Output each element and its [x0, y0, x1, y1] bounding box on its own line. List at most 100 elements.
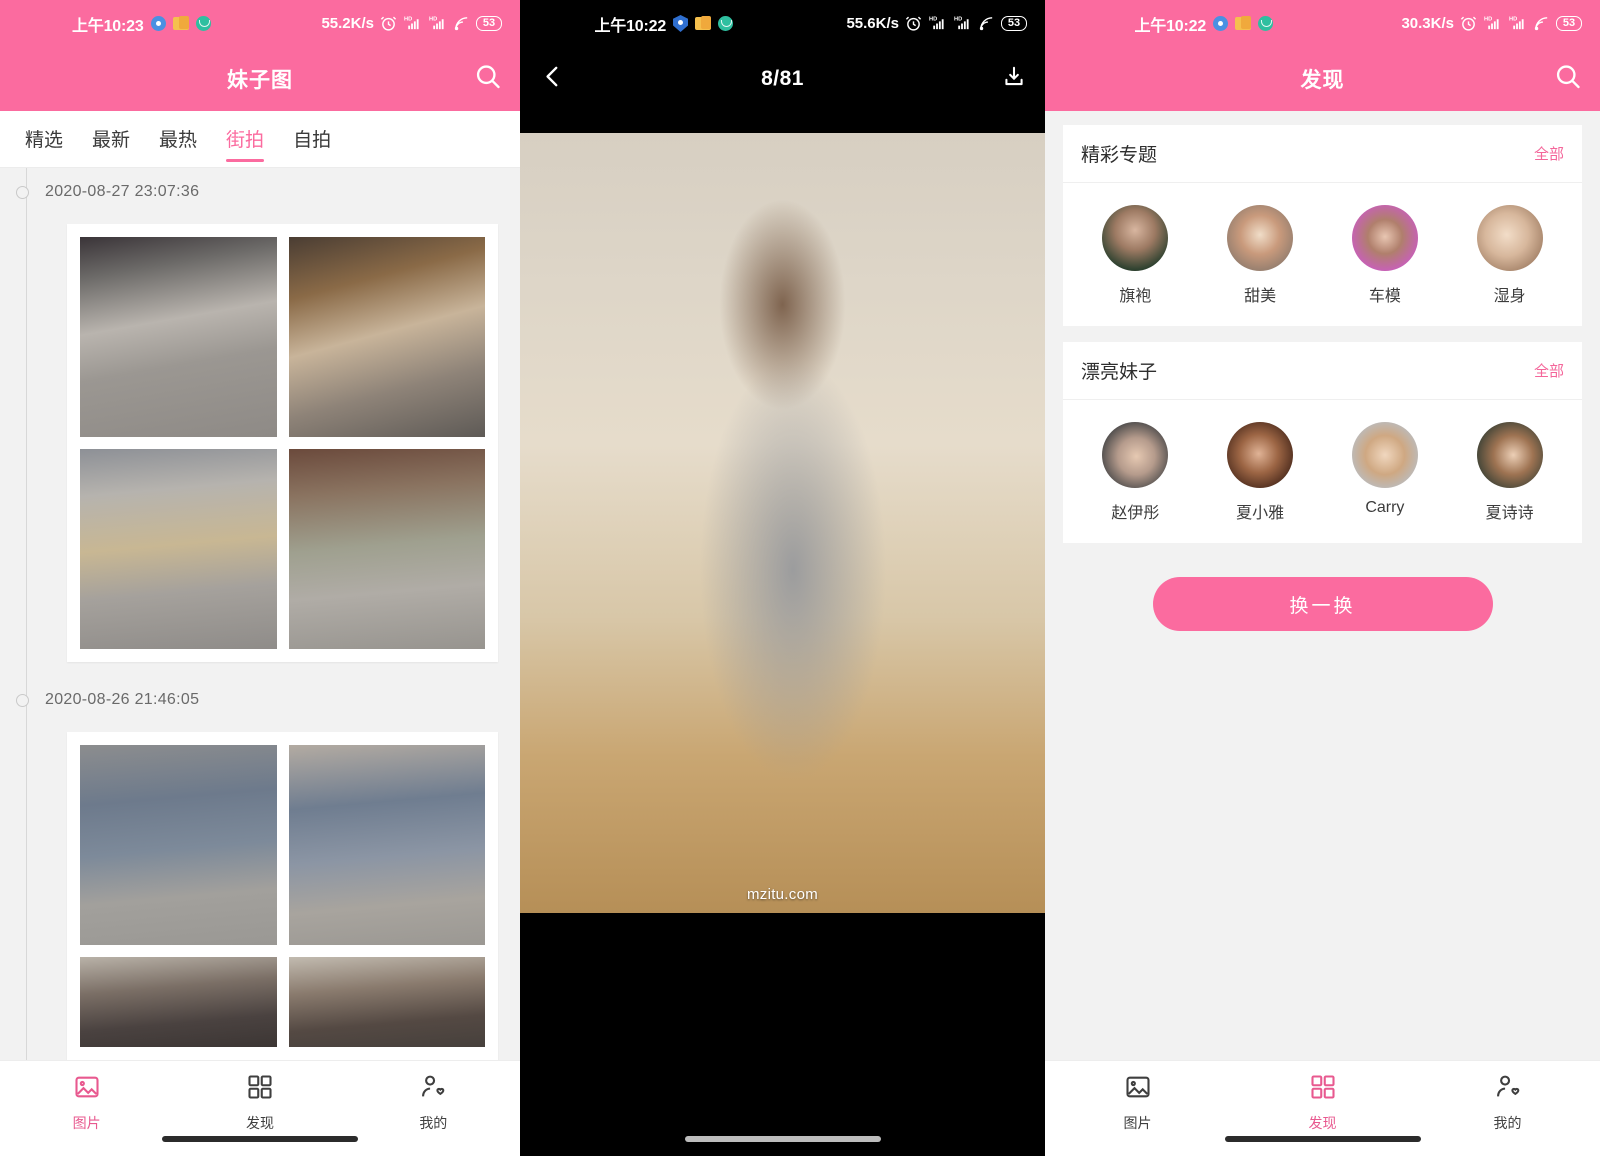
tab-zipai[interactable]: 自拍	[280, 117, 344, 162]
timeline-bullet-icon	[16, 693, 29, 707]
svg-text:HD: HD	[1484, 17, 1492, 23]
svg-text:HD: HD	[929, 17, 937, 23]
grid-icon	[1309, 1073, 1337, 1106]
topic-label: 甜美	[1244, 288, 1277, 305]
signal-icon-1: HD	[928, 15, 947, 32]
avatar	[1227, 205, 1294, 271]
status-bar: 上午10:22 55.6K/s HD HD 53	[520, 0, 1045, 47]
signal-icon-2: HD	[953, 15, 972, 32]
three-panel-screenshot: 上午10:23 55.2K/s HD HD 53 妹子图 精选 最新 最热 街拍…	[0, 0, 1600, 1156]
nav-label: 发现	[245, 1115, 274, 1131]
topic-item[interactable]: 旗袍	[1073, 205, 1198, 306]
photo-thumbnail[interactable]	[288, 957, 485, 1047]
nav-item-discover[interactable]: 发现	[173, 1073, 346, 1133]
viewer-photo[interactable]: mzitu.com	[520, 133, 1045, 913]
user-heart-icon	[419, 1073, 447, 1106]
nav-item-mine[interactable]: 我的	[1415, 1073, 1600, 1133]
discover-screen: 上午10:22 30.3K/s HD HD 53 发现 精彩专题 全部 旗袍 甜…	[1045, 0, 1600, 1156]
timeline-feed[interactable]: 2020-08-27 23:07:36 2020-08-26 21:46:05	[0, 168, 520, 1060]
model-item[interactable]: 夏小雅	[1198, 422, 1323, 523]
chevron-left-icon[interactable]	[540, 64, 566, 95]
photo-thumbnail[interactable]	[80, 237, 277, 437]
smiley-icon	[195, 16, 211, 31]
network-speed: 55.6K/s	[846, 15, 899, 32]
signal-icon-1: HD	[403, 15, 422, 32]
refresh-button[interactable]: 换一换	[1152, 577, 1493, 631]
timeline-header: 2020-08-26 21:46:05	[0, 676, 520, 724]
tab-jingxuan[interactable]: 精选	[12, 117, 76, 162]
tab-zuire[interactable]: 最热	[146, 117, 210, 162]
photo-thumbnail[interactable]	[80, 957, 277, 1047]
smiley-icon	[718, 16, 734, 31]
status-bar-right: 30.3K/s HD HD 53	[1401, 15, 1582, 32]
model-label: 夏诗诗	[1485, 505, 1534, 522]
viewer-stage[interactable]: mzitu.com	[520, 111, 1045, 1156]
grid-icon	[246, 1073, 274, 1106]
svg-text:HD: HD	[429, 17, 437, 23]
photo-thumbnail[interactable]	[288, 449, 485, 649]
group-date: 2020-08-27 23:07:36	[45, 183, 200, 200]
avatar	[1227, 422, 1294, 488]
folder-icon	[172, 16, 189, 30]
status-time: 上午10:22	[1134, 17, 1207, 35]
topic-label: 湿身	[1493, 288, 1526, 305]
section-title: 漂亮妹子	[1081, 362, 1158, 383]
model-label: Carry	[1365, 499, 1405, 516]
section-more-link[interactable]: 全部	[1534, 143, 1564, 164]
tab-label: 自拍	[293, 129, 332, 151]
model-item[interactable]: 赵伊彤	[1073, 422, 1198, 523]
photo-thumbnail[interactable]	[80, 745, 277, 945]
model-item[interactable]: 夏诗诗	[1447, 422, 1572, 523]
timeline-bullet-icon	[16, 185, 29, 199]
tab-label: 街拍	[226, 129, 265, 151]
photo-grid	[80, 237, 485, 649]
smiley-icon	[1258, 16, 1274, 31]
signal-icon-2: HD	[1508, 15, 1527, 32]
wifi-icon	[1533, 15, 1550, 32]
avatar	[1476, 422, 1543, 488]
svg-text:HD: HD	[404, 17, 412, 23]
discover-content[interactable]: 精彩专题 全部 旗袍 甜美 车模 湿身 漂亮妹子 全部 赵伊彤 夏小雅 Carr…	[1045, 111, 1600, 1060]
tab-jiepai[interactable]: 街拍	[213, 117, 277, 162]
topic-label: 车模	[1368, 288, 1401, 305]
avatar	[1351, 205, 1418, 271]
alarm-icon	[380, 15, 397, 32]
section-more-link[interactable]: 全部	[1534, 360, 1564, 381]
status-bar-right: 55.2K/s HD HD 53	[321, 15, 502, 32]
signal-icon-1: HD	[1483, 15, 1502, 32]
wifi-icon	[978, 15, 995, 32]
photo-thumbnail[interactable]	[288, 237, 485, 437]
nav-item-images[interactable]: 图片	[1045, 1073, 1230, 1133]
battery-indicator: 53	[1001, 16, 1027, 31]
home-indicator	[1224, 1136, 1421, 1142]
topic-item[interactable]: 车模	[1323, 205, 1448, 306]
topic-item[interactable]: 甜美	[1198, 205, 1323, 306]
page-title: 妹子图	[227, 69, 293, 92]
avatar	[1351, 422, 1418, 488]
section-header: 精彩专题 全部	[1063, 125, 1582, 183]
image-icon	[1124, 1073, 1152, 1106]
folder-icon	[695, 16, 712, 30]
tab-zuixin[interactable]: 最新	[79, 117, 143, 162]
section-header: 漂亮妹子 全部	[1063, 342, 1582, 400]
tab-label: 最新	[92, 129, 131, 151]
nav-item-discover[interactable]: 发现	[1230, 1073, 1415, 1133]
search-icon[interactable]	[474, 63, 502, 96]
shield-icon	[673, 15, 689, 32]
model-item[interactable]: Carry	[1323, 422, 1448, 523]
nav-item-images[interactable]: 图片	[0, 1073, 173, 1133]
download-icon[interactable]	[1001, 64, 1027, 95]
photo-thumbnail[interactable]	[288, 745, 485, 945]
photo-thumbnail[interactable]	[80, 449, 277, 649]
notification-dot-icon	[1213, 16, 1229, 31]
timeline-group: 2020-08-27 23:07:36	[0, 168, 520, 662]
battery-indicator: 53	[1556, 16, 1582, 31]
status-bar-left: 上午10:22	[595, 12, 734, 36]
status-bar-left: 上午10:22	[1135, 12, 1274, 36]
nav-item-mine[interactable]: 我的	[347, 1073, 520, 1133]
timeline-group: 2020-08-26 21:46:05	[0, 676, 520, 1060]
search-icon[interactable]	[1554, 63, 1582, 96]
topic-item[interactable]: 湿身	[1447, 205, 1572, 306]
app-bar: 妹子图	[0, 47, 520, 111]
nav-label: 我的	[419, 1115, 448, 1131]
